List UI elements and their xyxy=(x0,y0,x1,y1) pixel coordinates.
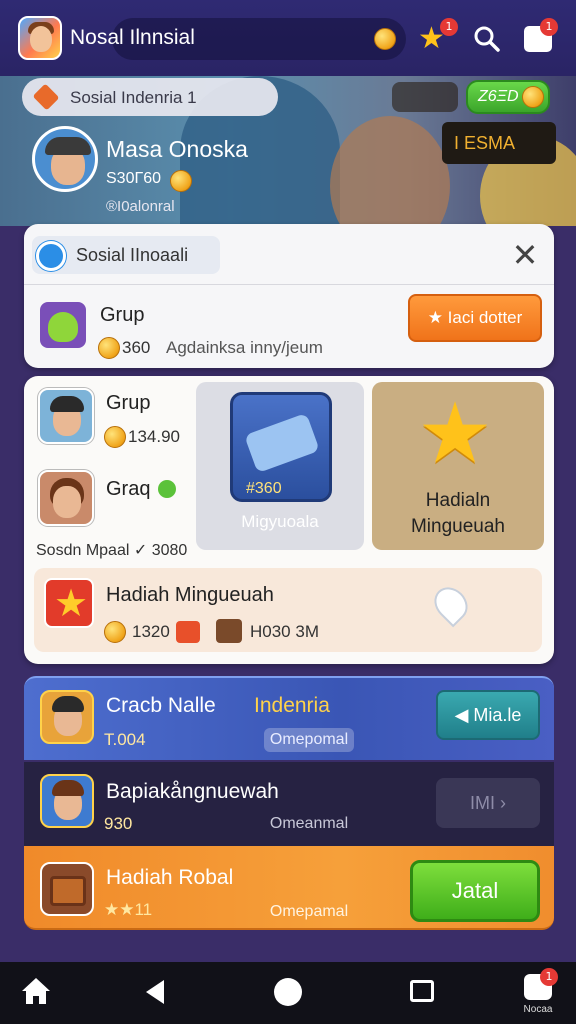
player-score: 930 xyxy=(104,814,133,833)
star-icon: ★ xyxy=(44,578,94,628)
reward-tile-label: Migyuoalа xyxy=(241,512,319,531)
chest-avatar xyxy=(40,862,94,916)
group-icon xyxy=(40,302,86,348)
slime-shape xyxy=(48,312,78,342)
coin-icon xyxy=(522,86,544,108)
row-action-button[interactable]: IMI › xyxy=(436,778,540,828)
search-icon[interactable] xyxy=(472,24,502,54)
chest-icon xyxy=(50,876,86,906)
group-avatar[interactable] xyxy=(38,388,94,444)
group-title: Graq xyxy=(106,478,151,500)
reward-value: H030 3M xyxy=(250,622,319,641)
coin-icon xyxy=(374,28,396,50)
coin-icon xyxy=(170,170,192,192)
row-action-button[interactable]: ◀ Mia.le xyxy=(436,690,540,740)
home-icon[interactable] xyxy=(20,976,52,1006)
player-name: Cracb Nalle xyxy=(106,694,216,717)
user-name: Masa Onoska xyxy=(106,136,248,162)
divider xyxy=(24,284,554,285)
social-search-text: Sosial IInoaali xyxy=(76,245,189,265)
app-title: Nosal Ilnnsial xyxy=(70,26,195,49)
social-row-text: Sosdn Mpaal ✓ 3080 xyxy=(36,542,188,559)
notification-badge: 1 xyxy=(540,968,558,986)
player-score: T.004 xyxy=(104,730,146,749)
tool-shape xyxy=(244,412,320,474)
avatar-hair xyxy=(50,396,84,412)
weekly-reward-title: Hadiah Mingueuah xyxy=(106,584,274,606)
home-button-icon[interactable] xyxy=(274,978,302,1006)
hero-badge-text: I ESMA xyxy=(454,133,516,153)
currency-value: Z6ΞD xyxy=(478,88,519,105)
star-icon: ★ xyxy=(417,384,493,482)
player-status: Omepomal xyxy=(264,728,354,752)
user-avatar[interactable] xyxy=(32,126,98,192)
avatar-cap xyxy=(45,137,91,155)
avatar-hair xyxy=(52,780,84,796)
row-action-button[interactable]: Jatal xyxy=(410,860,540,922)
logo-face xyxy=(30,26,52,52)
player-region: Indenria xyxy=(254,694,330,717)
group-subtitle: Agdainksa inny/jeum xyxy=(166,338,323,357)
coin-icon xyxy=(104,621,126,643)
avatar-face xyxy=(53,486,81,518)
gift-icon xyxy=(176,621,200,643)
notification-badge: 1 xyxy=(440,18,458,36)
player-name: Hadiah Robal xyxy=(106,866,234,889)
avatar-hair xyxy=(52,696,84,712)
reward-tile-score: #360 xyxy=(246,480,282,497)
chest-icon xyxy=(216,619,242,643)
gift-badge: 1 xyxy=(540,18,558,36)
group-score: 360 xyxy=(122,338,151,357)
back-icon[interactable] xyxy=(142,978,168,1006)
player-status: Omepamal xyxy=(269,903,349,920)
weekly-reward-label: Hadialn Minguеuah xyxy=(410,490,506,537)
player-score: ★★11 xyxy=(104,900,153,919)
player-name: Bapiakångnuewah xyxy=(106,780,279,803)
user-score: S30Γ60 xyxy=(106,170,162,187)
player-avatar xyxy=(40,690,94,744)
user-handle: ®I0alonral xyxy=(106,198,175,215)
chat-icon xyxy=(36,241,66,271)
coin-icon xyxy=(104,426,126,448)
join-button[interactable]: ★ Iaci dotter xyxy=(408,294,542,342)
online-status-icon xyxy=(158,480,176,498)
location-text: Sosial Indenria 1 xyxy=(70,88,197,107)
hero-character-shape xyxy=(330,116,450,226)
group-title: Grup xyxy=(100,304,145,326)
reward-value: 1320 xyxy=(132,622,170,641)
hero-icon-group[interactable] xyxy=(392,82,458,112)
group-score: 134.90 xyxy=(128,427,180,446)
recents-icon[interactable] xyxy=(410,980,434,1002)
star-glyph: ★ xyxy=(53,581,89,625)
app-logo-icon[interactable] xyxy=(18,16,62,60)
coin-icon xyxy=(98,337,120,359)
player-avatar xyxy=(40,774,94,828)
close-button[interactable]: ✕ xyxy=(508,238,542,272)
profile-label: Nocaa xyxy=(523,1004,553,1015)
player-status: Omeanmal xyxy=(269,815,349,832)
group-title: Grup xyxy=(106,392,151,414)
group-avatar[interactable] xyxy=(38,470,94,526)
